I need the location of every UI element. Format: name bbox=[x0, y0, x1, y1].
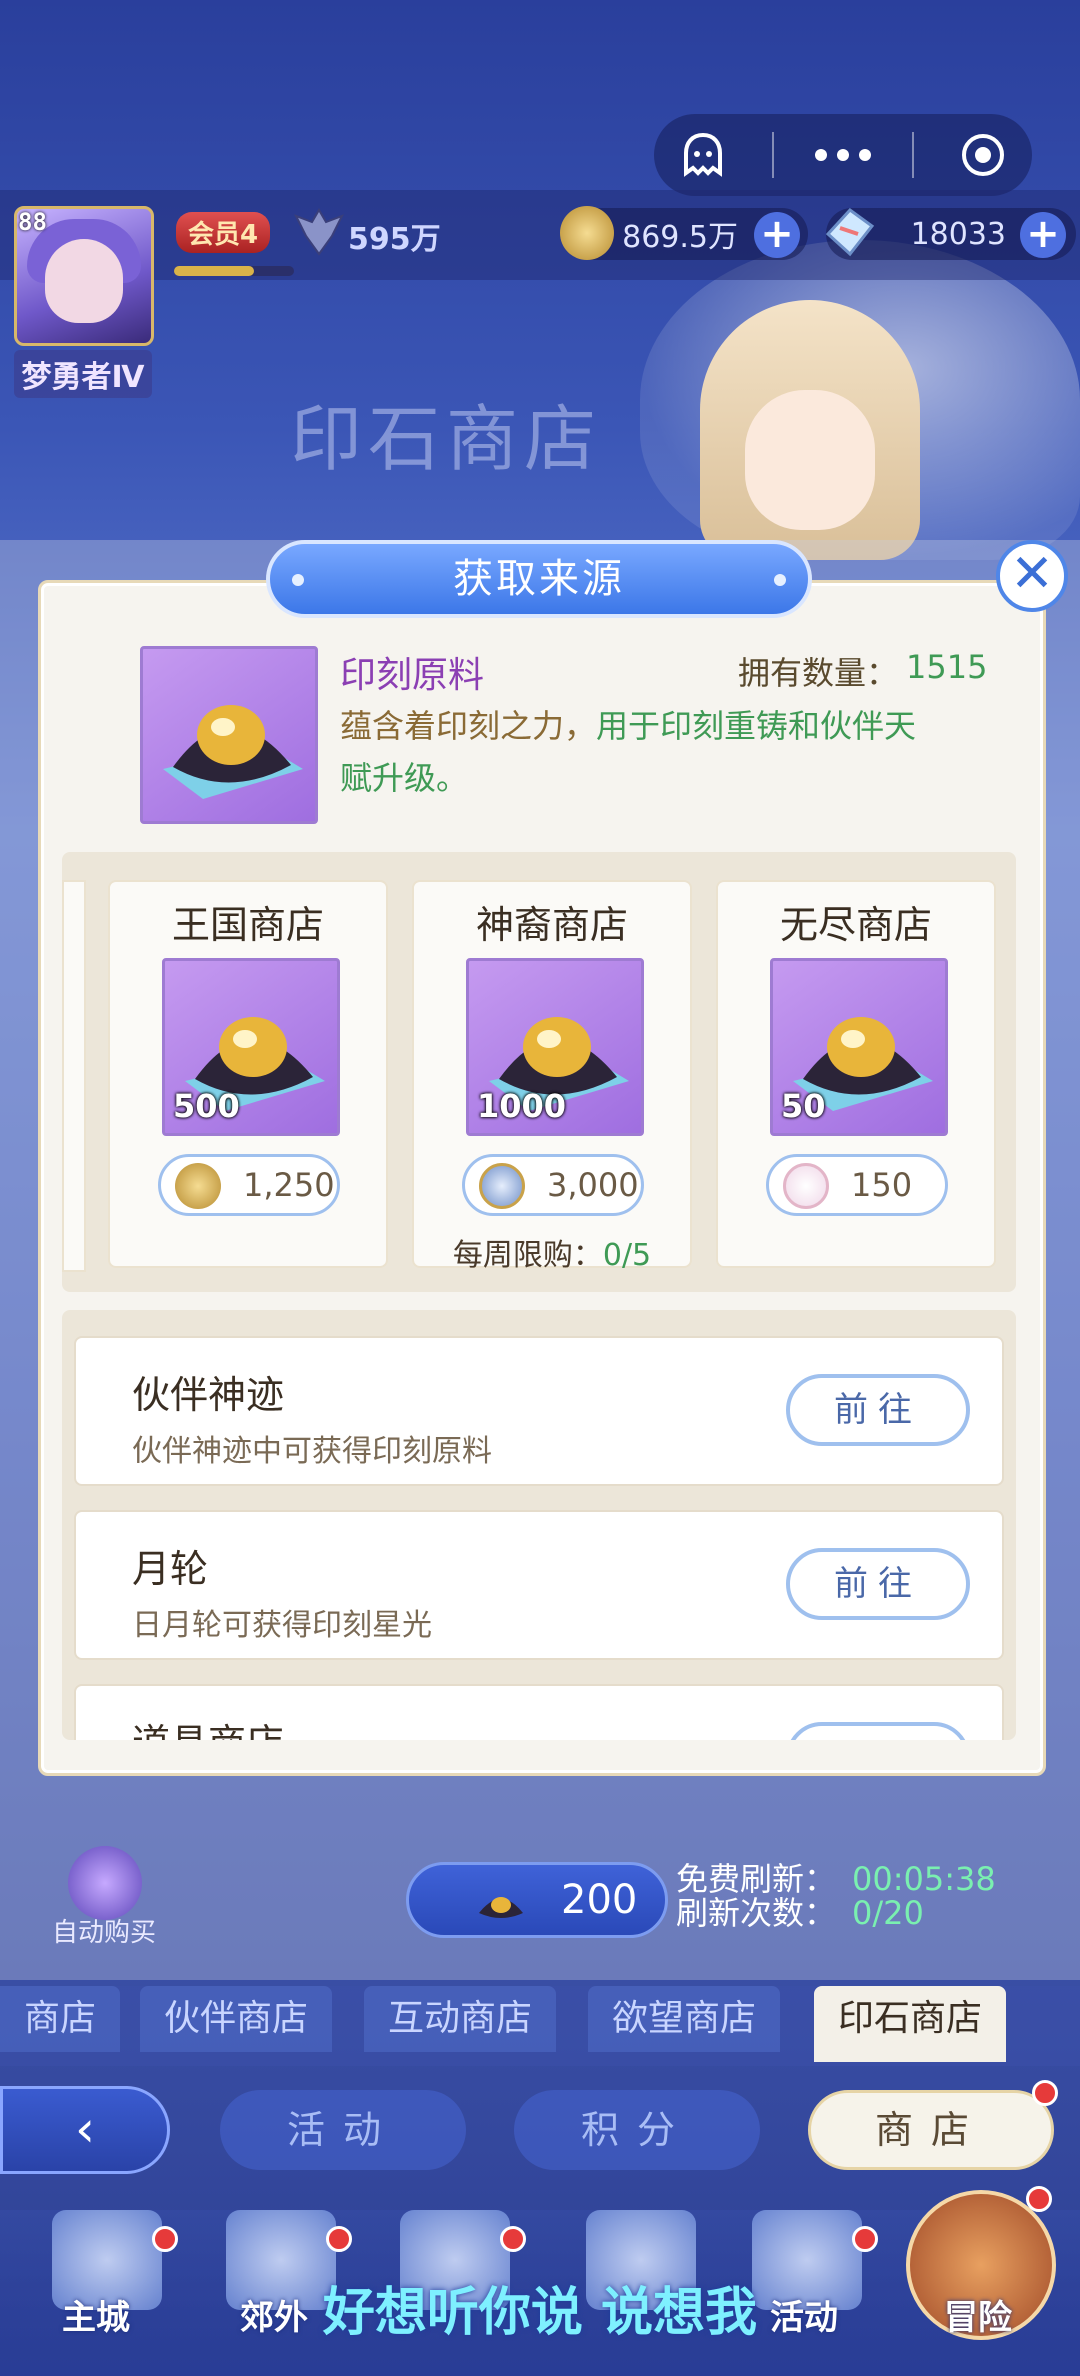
tab-seal-stone-shop[interactable]: 印石商店 bbox=[814, 1986, 1007, 2062]
modal-title: 获取来源 bbox=[266, 540, 812, 618]
price-button[interactable]: 150 bbox=[766, 1154, 948, 1216]
angel-character-art bbox=[745, 390, 875, 530]
shop-tabs: 商店 伙伴商店 互动商店 欲望商店 印石商店 bbox=[0, 1986, 1080, 2066]
owned-count-label: 拥有数量： bbox=[738, 654, 899, 692]
combat-power-value: 595万 bbox=[348, 222, 441, 257]
source-item-partner-miracle: 伙伴神迹 伙伴神迹中可获得印刻原料 前往 bbox=[74, 1336, 1004, 1486]
weekly-limit: 每周限购：0/5 bbox=[452, 1238, 652, 1273]
auto-buy-label[interactable]: 自动购买 bbox=[52, 1912, 156, 1949]
tab-desire-shop[interactable]: 欲望商店 bbox=[588, 1986, 781, 2052]
item-quantity: 500 bbox=[173, 1087, 240, 1125]
auto-buy-icon[interactable] bbox=[68, 1846, 142, 1920]
nav-activity[interactable]: 活动 bbox=[220, 2090, 466, 2170]
tab-interact-shop[interactable]: 互动商店 bbox=[364, 1986, 557, 2052]
shop-page-title: 印石商店 bbox=[290, 397, 603, 481]
wings-power-icon bbox=[290, 202, 348, 264]
shop-card-divine[interactable]: 神裔商店 1000 3,000 每周限购：0/5 bbox=[412, 880, 692, 1273]
price-button[interactable]: 1,250 bbox=[158, 1154, 340, 1216]
gold-value: 869.5万 bbox=[622, 220, 738, 255]
gem-icon bbox=[820, 204, 878, 260]
item-quantity: 1000 bbox=[477, 1087, 567, 1125]
notification-dot bbox=[1026, 2186, 1052, 2212]
notification-dot bbox=[1032, 2080, 1058, 2106]
notification-dot bbox=[326, 2226, 352, 2252]
material-item-icon bbox=[140, 646, 318, 824]
refresh-button[interactable]: 200 bbox=[406, 1862, 668, 1938]
material-item-icon: 1000 bbox=[466, 958, 644, 1136]
add-gold-button[interactable]: + bbox=[754, 212, 800, 258]
more-dots-icon[interactable] bbox=[813, 125, 873, 185]
shop-card-partial bbox=[62, 880, 86, 1272]
player-level: 88 bbox=[18, 208, 47, 236]
blue-medal-icon bbox=[479, 1163, 525, 1209]
close-modal-button[interactable]: ✕ bbox=[996, 540, 1068, 612]
notification-dot bbox=[852, 2226, 878, 2252]
ghost-icon[interactable] bbox=[673, 125, 733, 185]
refresh-values: 00:05:38 0/20 bbox=[852, 1860, 996, 1932]
vip-progress-bar bbox=[174, 266, 294, 276]
owned-count-value: 1515 bbox=[906, 648, 988, 686]
gold-coin-icon bbox=[560, 206, 614, 260]
notification-dot bbox=[500, 2226, 526, 2252]
shop-card-endless[interactable]: 无尽商店 50 150 bbox=[716, 880, 996, 1268]
material-mini-icon bbox=[475, 1877, 527, 1921]
refresh-labels: 免费刷新： 刷新次数： bbox=[676, 1860, 837, 1932]
player-rank-name: 梦勇者Ⅳ bbox=[14, 350, 152, 398]
tab-shop[interactable]: 商店 bbox=[0, 1986, 121, 2052]
shop-card-kingdom[interactable]: 王国商店 500 1,250 bbox=[108, 880, 388, 1268]
source-item-item-shop: 道具商店 前往 bbox=[74, 1684, 1004, 1740]
goto-button[interactable]: 前往 bbox=[786, 1722, 970, 1740]
price-button[interactable]: 3,000 bbox=[462, 1154, 644, 1216]
close-target-icon[interactable] bbox=[953, 125, 1013, 185]
miniprogram-capsule bbox=[654, 114, 1032, 196]
subtitle-caption: 好想听你说 说想我 bbox=[322, 2283, 758, 2343]
item-description: 蕴含着印刻之力，用于印刻重铸和伙伴天赋升级。 bbox=[340, 707, 917, 797]
vip-badge[interactable]: 会员4 bbox=[176, 212, 271, 253]
add-gem-button[interactable]: + bbox=[1020, 212, 1066, 258]
material-item-icon: 500 bbox=[162, 958, 340, 1136]
shop-cards-row[interactable]: 王国商店 500 1,250 神裔商店 1000 3,000 每周限购：0/5 … bbox=[62, 852, 1016, 1292]
nav-points[interactable]: 积分 bbox=[514, 2090, 760, 2170]
source-list[interactable]: 伙伴神迹 伙伴神迹中可获得印刻原料 前往 月轮 日月轮可获得印刻星光 前往 道具… bbox=[62, 1310, 1016, 1740]
item-name: 印刻原料 bbox=[340, 655, 485, 696]
gold-coin-icon bbox=[175, 1163, 221, 1209]
goto-button[interactable]: 前往 bbox=[786, 1374, 970, 1446]
goto-button[interactable]: 前往 bbox=[786, 1548, 970, 1620]
back-button[interactable]: ‹ bbox=[0, 2086, 170, 2174]
source-item-moon-wheel: 月轮 日月轮可获得印刻星光 前往 bbox=[74, 1510, 1004, 1660]
badge-icon bbox=[783, 1163, 829, 1209]
item-quantity: 50 bbox=[781, 1087, 826, 1125]
notification-dot bbox=[152, 2226, 178, 2252]
material-item-icon: 50 bbox=[770, 958, 948, 1136]
nav-shop[interactable]: 商店 bbox=[808, 2090, 1054, 2170]
tab-partner-shop[interactable]: 伙伴商店 bbox=[140, 1986, 333, 2052]
gem-value: 18033 bbox=[910, 216, 1006, 252]
